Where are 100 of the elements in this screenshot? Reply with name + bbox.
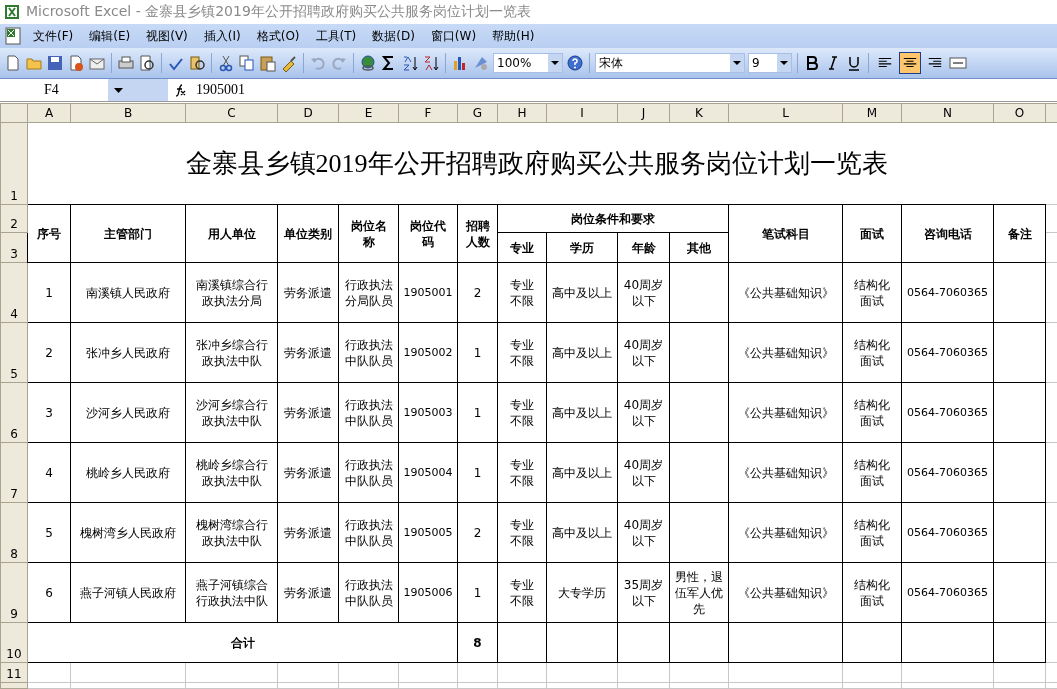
table-cell: 5 [27, 502, 71, 563]
table-cell: 6 [27, 562, 71, 623]
font-combo[interactable]: 宋体 [595, 53, 745, 73]
new-document-icon[interactable] [4, 54, 22, 72]
column-header[interactable]: N [901, 103, 994, 123]
table-cell: 专业不限 [497, 502, 547, 563]
table-cell: 劳务派遣 [277, 382, 339, 443]
table-cell: 0564-7060365 [901, 442, 994, 503]
menu-item[interactable]: 帮助(H) [485, 25, 542, 47]
spreadsheet-icon [4, 4, 20, 20]
table-cell: 劳务派遣 [277, 502, 339, 563]
cut-icon[interactable] [217, 54, 235, 72]
row-header[interactable]: 2 [0, 204, 28, 233]
column-header[interactable]: F [398, 103, 458, 123]
row-header[interactable]: 6 [0, 382, 28, 443]
table-cell: 2 [457, 262, 498, 323]
hyperlink-icon[interactable] [359, 54, 377, 72]
menu-item[interactable]: 插入(I) [196, 25, 248, 47]
row-header[interactable]: 11 [0, 662, 28, 683]
table-cell: 高中及以上 [546, 322, 618, 383]
zoom-combo[interactable]: 100% [493, 53, 563, 73]
save-icon[interactable] [46, 54, 64, 72]
column-header[interactable]: M [842, 103, 902, 123]
sort-ascending-icon[interactable] [401, 54, 419, 72]
table-cell: 专业不限 [497, 262, 547, 323]
table-cell: 40周岁以下 [617, 502, 670, 563]
menu-item[interactable]: 视图(V) [139, 25, 195, 47]
column-header[interactable]: L [728, 103, 843, 123]
column-header[interactable]: J [617, 103, 670, 123]
row-header[interactable]: 9 [0, 562, 28, 623]
table-cell: 《公共基础知识》 [728, 382, 843, 443]
dropdown-arrow-icon[interactable] [780, 61, 788, 65]
column-header[interactable]: K [669, 103, 729, 123]
merge-center-icon[interactable] [949, 54, 967, 72]
table-cell: 张冲乡综合行政执法中队 [185, 322, 278, 383]
table-cell: 3 [27, 382, 71, 443]
menu-item[interactable]: 数据(D) [365, 25, 422, 47]
menu-item[interactable]: 编辑(E) [82, 25, 138, 47]
table-cell: 0564-7060365 [901, 262, 994, 323]
table-cell: 岗位代码 [398, 204, 458, 263]
column-header[interactable]: O [993, 103, 1046, 123]
column-header[interactable]: G [457, 103, 498, 123]
table-cell: 1905003 [398, 382, 458, 443]
table-cell: 燕子河镇人民政府 [70, 562, 186, 623]
help-icon[interactable] [566, 54, 584, 72]
column-header[interactable]: A [27, 103, 71, 123]
table-cell: 《公共基础知识》 [728, 322, 843, 383]
table-cell: 行政执法中队队员 [338, 442, 399, 503]
table-cell: 行政执法中队队员 [338, 562, 399, 623]
column-header[interactable]: I [546, 103, 618, 123]
table-cell: 结构化面试 [842, 322, 902, 383]
paste-icon[interactable] [259, 54, 277, 72]
table-cell: 40周岁以下 [617, 442, 670, 503]
table-cell: 单位类别 [277, 204, 339, 263]
dropdown-arrow-icon[interactable] [114, 87, 123, 93]
table-cell: 南溪镇人民政府 [70, 262, 186, 323]
table-cell: 桃岭乡综合行政执法中队 [185, 442, 278, 503]
table-cell: 8 [457, 622, 498, 663]
table-cell: 《公共基础知识》 [728, 502, 843, 563]
format-painter-icon[interactable] [280, 54, 298, 72]
table-cell: 面试 [842, 204, 902, 263]
column-header[interactable]: B [70, 103, 186, 123]
table-cell: 行政执法中队队员 [338, 502, 399, 563]
table-cell: 用人单位 [185, 204, 278, 263]
table-cell: 1 [457, 442, 498, 503]
font-size-combo[interactable]: 9 [748, 53, 792, 73]
table-cell: 1905001 [398, 262, 458, 323]
sort-descending-icon[interactable] [422, 54, 440, 72]
row-header[interactable]: 8 [0, 502, 28, 563]
dropdown-arrow-icon[interactable] [733, 61, 741, 65]
table-cell: 南溪镇综合行政执法分局 [185, 262, 278, 323]
copy-icon[interactable] [238, 54, 256, 72]
column-header[interactable]: H [497, 103, 547, 123]
menu-item[interactable]: 格式(O) [249, 25, 307, 47]
row-header[interactable]: 3 [0, 232, 28, 263]
table-cell: 40周岁以下 [617, 382, 670, 443]
print-icon[interactable] [117, 54, 135, 72]
print-preview-icon[interactable] [138, 54, 156, 72]
menu-item[interactable]: 文件(F) [26, 25, 81, 47]
dropdown-arrow-icon[interactable] [551, 61, 559, 65]
table-cell: 劳务派遣 [277, 262, 339, 323]
row-header[interactable]: 1 [0, 122, 28, 205]
menu-item[interactable]: 工具(T) [308, 25, 364, 47]
table-cell: 学历 [546, 232, 618, 263]
table-cell: 专业不限 [497, 562, 547, 623]
table-cell: 2 [457, 502, 498, 563]
column-header[interactable]: E [338, 103, 399, 123]
table-cell: 年龄 [617, 232, 670, 263]
row-header[interactable]: 5 [0, 322, 28, 383]
spreadsheet-icon[interactable] [4, 26, 24, 46]
table-cell: 1 [457, 322, 498, 383]
menu-item[interactable]: 窗口(W) [423, 25, 484, 47]
row-header[interactable]: 10 [0, 622, 28, 663]
formula-field[interactable]: 1905001 [192, 82, 245, 98]
row-header[interactable]: 4 [0, 262, 28, 323]
row-header[interactable]: 7 [0, 442, 28, 503]
table-cell: 40周岁以下 [617, 262, 670, 323]
table-cell: 主管部门 [70, 204, 186, 263]
column-header[interactable]: D [277, 103, 339, 123]
column-header[interactable]: C [185, 103, 278, 123]
